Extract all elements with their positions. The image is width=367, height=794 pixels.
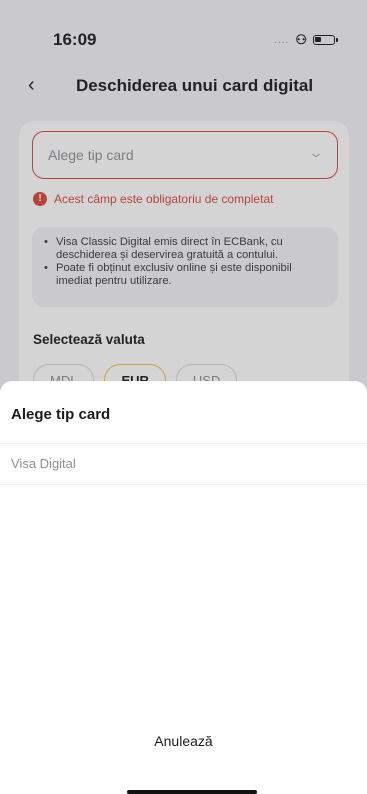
sheet-title: Alege tip card [11, 406, 111, 423]
bottom-sheet: Alege tip card Visa Digital Anulează [0, 381, 367, 794]
home-indicator [127, 790, 257, 794]
sheet-option-visa-digital[interactable]: Visa Digital [0, 443, 367, 485]
cancel-button[interactable]: Anulează [0, 733, 367, 749]
sheet-option-label: Visa Digital [11, 456, 76, 471]
